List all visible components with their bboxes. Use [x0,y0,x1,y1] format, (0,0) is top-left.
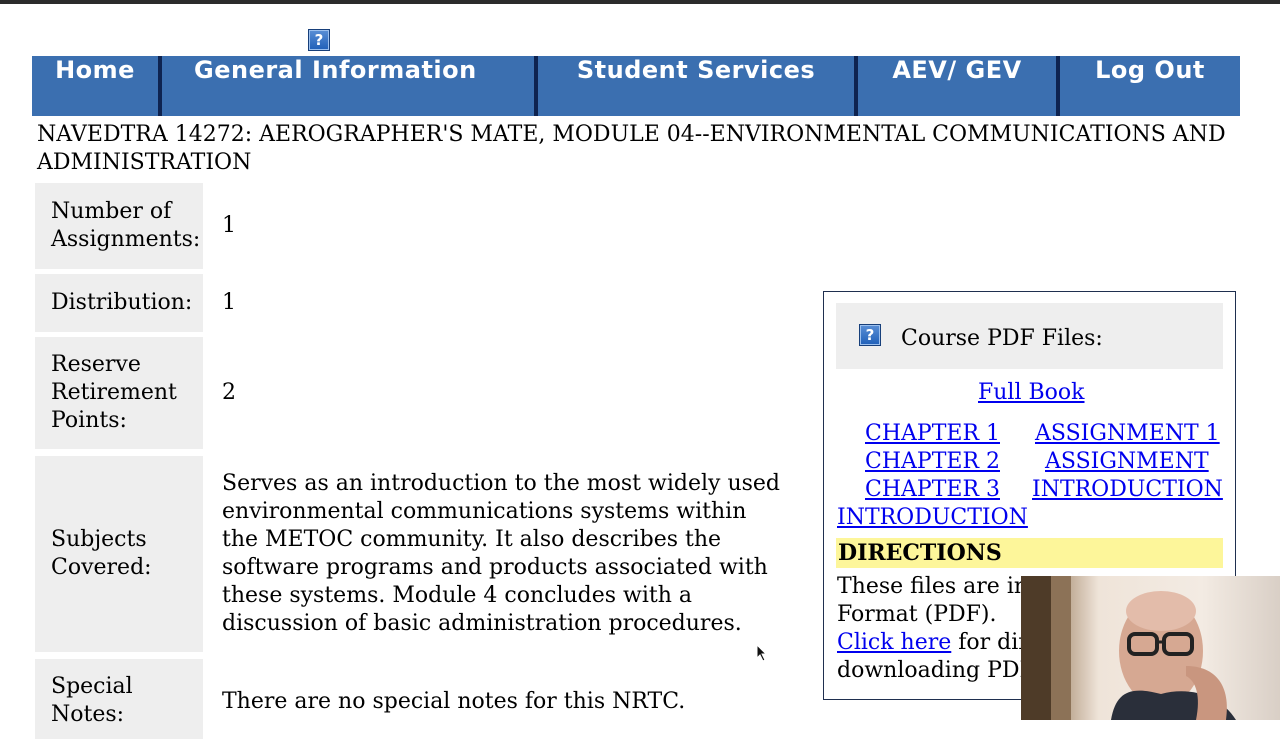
directions-text-line2: Format (PDF). [837,602,997,627]
chapter-2-link[interactable]: CHAPTER 2 [865,448,1000,476]
directions-heading: DIRECTIONS [836,538,1223,568]
pdf-header: ? Course PDF Files: [836,303,1223,369]
webcam-overlay [1021,576,1280,720]
retirement-points-label-text: Reserve Retirement Points: [51,352,177,433]
assignment-introduction-link-line2[interactable]: INTRODUCTION [1032,476,1223,504]
introduction-link[interactable]: INTRODUCTION [837,504,1028,532]
chapter-1-link[interactable]: CHAPTER 1 [865,420,1000,448]
help-icon[interactable]: ? [859,324,881,346]
assignments-label: Number of Assignments: [35,183,203,269]
subjects-value: Serves as an introduction to the most wi… [222,471,781,636]
distribution-label: Distribution: [35,274,203,332]
mouse-cursor-icon [756,644,768,662]
directions-text-line1: These files are in [837,574,1029,599]
window-top-border [0,0,1280,4]
distribution-value: 1 [222,290,236,315]
nav-general-information[interactable]: General Information [162,56,534,116]
assignment-introduction-link[interactable]: ASSIGNMENT [1045,448,1209,476]
chapter-3-link[interactable]: CHAPTER 3 [865,476,1000,504]
assignments-label-text: Number of Assignments: [51,199,201,252]
help-icon[interactable]: ? [308,29,330,51]
special-notes-label-text: Special Notes: [51,674,133,727]
main-nav: Home General Information Student Service… [32,56,1240,116]
assignments-value: 1 [222,213,236,238]
pdf-header-label: Course PDF Files: [901,326,1103,351]
subjects-label: Subjects Covered: [35,456,203,652]
retirement-points-label: Reserve Retirement Points: [35,337,203,449]
full-book-link[interactable]: Full Book [978,379,1085,407]
assignment-1-link[interactable]: ASSIGNMENT 1 [1035,420,1220,448]
subjects-label-text: Subjects Covered: [51,527,152,580]
click-here-link[interactable]: Click here [837,630,951,655]
nav-student-services[interactable]: Student Services [538,56,854,116]
special-notes-value: There are no special notes for this NRTC… [222,689,686,714]
webcam-presenter-image [1021,576,1236,720]
directions-text-line4: downloading PDF [837,658,1035,683]
nav-log-out[interactable]: Log Out [1060,56,1240,116]
distribution-label-text: Distribution: [51,290,193,315]
nav-home[interactable]: Home [32,56,158,116]
course-title: NAVEDTRA 14272: AEROGRAPHER'S MATE, MODU… [37,122,1226,175]
retirement-points-value: 2 [222,380,236,405]
nav-aev-gev[interactable]: AEV/ GEV [858,56,1056,116]
directions-text-line3: Click here for dire [837,629,1042,657]
special-notes-label: Special Notes: [35,659,203,739]
